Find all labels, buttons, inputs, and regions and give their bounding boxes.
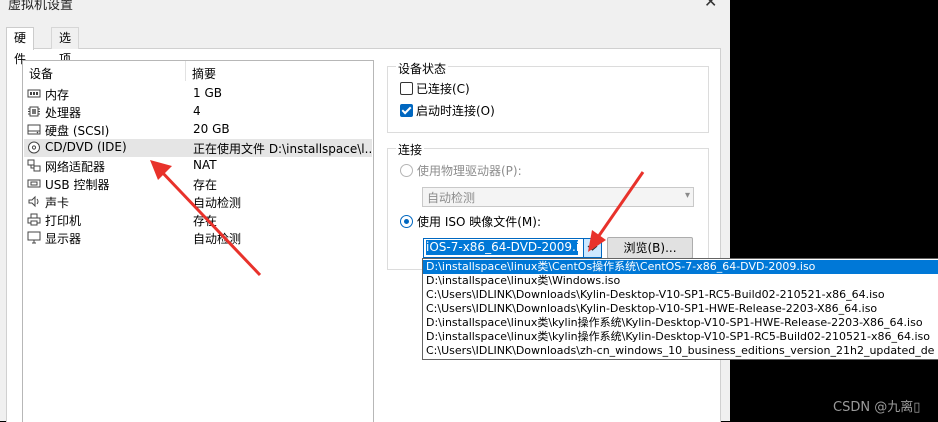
device-name: 显示器 xyxy=(45,232,82,246)
iso-option[interactable]: C:\Users\IDLINK\Downloads\Kylin-Desktop-… xyxy=(423,302,938,316)
hard-disk-icon xyxy=(27,124,41,135)
chevron-down-icon xyxy=(587,245,598,251)
iso-option[interactable]: D:\installspace\linux类\Windows.iso xyxy=(423,274,938,288)
connect-at-power-on-label[interactable]: 启动时连接(O) xyxy=(416,102,495,119)
device-summary: 存在 xyxy=(193,178,218,192)
column-separator[interactable] xyxy=(185,61,186,81)
device-row-processor[interactable]: 处理器 4 xyxy=(24,103,372,121)
memory-icon xyxy=(27,89,41,98)
device-status-label: 设备状态 xyxy=(396,60,449,77)
device-summary: 自动检测 xyxy=(193,196,242,210)
device-row-sound[interactable]: 声卡 自动检测 xyxy=(24,193,372,211)
iso-option[interactable]: C:\Users\IDLINK\Downloads\zh-cn_windows_… xyxy=(423,344,938,358)
device-name: 打印机 xyxy=(45,214,82,228)
device-name: USB 控制器 xyxy=(45,178,110,192)
iso-dropdown-list: D:\installspace\linux类\CentOs操作系统\CentOS… xyxy=(422,258,938,360)
device-name: 处理器 xyxy=(45,106,82,120)
device-row-hard-disk[interactable]: 硬盘 (SCSI) 20 GB xyxy=(24,121,372,139)
device-summary: 20 GB xyxy=(193,122,230,136)
chevron-down-icon: ▾ xyxy=(684,190,690,201)
monitor-icon xyxy=(27,231,41,244)
device-summary: 4 xyxy=(193,104,201,118)
connection-label: 连接 xyxy=(396,141,425,158)
iso-dropdown-button[interactable] xyxy=(583,238,602,258)
device-summary: NAT xyxy=(193,158,217,172)
iso-path-input[interactable]: iOS-7-x86_64-DVD-2009.iso xyxy=(426,240,578,255)
physical-drive-value: 自动检测 xyxy=(427,191,476,205)
iso-path-combo[interactable]: iOS-7-x86_64-DVD-2009.iso xyxy=(423,238,602,258)
column-header-device[interactable]: 设备 xyxy=(29,65,53,82)
close-icon[interactable]: ✕ xyxy=(704,0,717,11)
device-row-usb[interactable]: USB 控制器 存在 xyxy=(24,175,372,193)
watermark-text: CSDN @九离▯ xyxy=(833,400,921,415)
device-row-cd-dvd[interactable]: CD/DVD (IDE) 正在使用文件 D:\installspace\l... xyxy=(24,139,372,157)
device-name: CD/DVD (IDE) xyxy=(45,140,127,154)
device-summary: 1 GB xyxy=(193,86,222,100)
connected-label[interactable]: 已连接(C) xyxy=(416,80,470,97)
device-name: 网络适配器 xyxy=(45,160,106,174)
device-name: 声卡 xyxy=(45,196,70,210)
physical-drive-label[interactable]: 使用物理驱动器(P): xyxy=(417,162,522,179)
window-title: 虚拟机设置 xyxy=(8,0,74,13)
connect-at-power-on-checkbox[interactable] xyxy=(400,104,413,117)
device-summary: 自动检测 xyxy=(193,232,242,246)
device-list: 设备 摘要 内存 1 GB 处理器 4 硬盘 (SCSI) 20 GB CD/D… xyxy=(22,60,374,422)
speaker-icon xyxy=(28,195,39,208)
column-header-summary[interactable]: 摘要 xyxy=(192,65,216,82)
device-name: 内存 xyxy=(45,88,70,102)
browse-button[interactable]: 浏览(B)... xyxy=(607,237,693,259)
device-row-display[interactable]: 显示器 自动检测 xyxy=(24,229,372,247)
cpu-icon xyxy=(28,106,40,117)
device-name: 硬盘 (SCSI) xyxy=(45,124,110,138)
iso-option[interactable]: D:\installspace\linux类\CentOs操作系统\CentOS… xyxy=(423,260,938,274)
physical-drive-select[interactable]: 自动检测 ▾ xyxy=(422,187,694,207)
iso-file-radio[interactable] xyxy=(400,215,413,228)
device-summary: 正在使用文件 D:\installspace\l... xyxy=(193,142,371,156)
iso-option[interactable]: C:\Users\IDLINK\Downloads\Kylin-Desktop-… xyxy=(423,288,938,302)
cd-dvd-icon xyxy=(28,141,40,154)
device-row-printer[interactable]: 打印机 存在 xyxy=(24,211,372,229)
device-row-network[interactable]: 网络适配器 NAT xyxy=(24,157,372,175)
iso-option[interactable]: D:\installspace\linux类\kylin操作系统\Kylin-D… xyxy=(423,330,938,344)
device-row-memory[interactable]: 内存 1 GB xyxy=(24,85,372,103)
physical-drive-radio[interactable] xyxy=(400,164,413,177)
connected-checkbox[interactable] xyxy=(400,82,413,95)
iso-file-label[interactable]: 使用 ISO 映像文件(M): xyxy=(417,213,541,230)
tab-options[interactable]: 选项 xyxy=(51,27,80,66)
tab-hardware[interactable]: 硬件 xyxy=(6,27,35,66)
device-summary: 存在 xyxy=(193,214,218,228)
printer-icon xyxy=(27,213,41,226)
network-icon xyxy=(27,159,41,172)
title-bar: 虚拟机设置 ✕ xyxy=(0,0,730,18)
iso-option[interactable]: D:\installspace\linux类\kylin操作系统\Kylin-D… xyxy=(423,316,938,330)
usb-icon xyxy=(27,179,41,188)
